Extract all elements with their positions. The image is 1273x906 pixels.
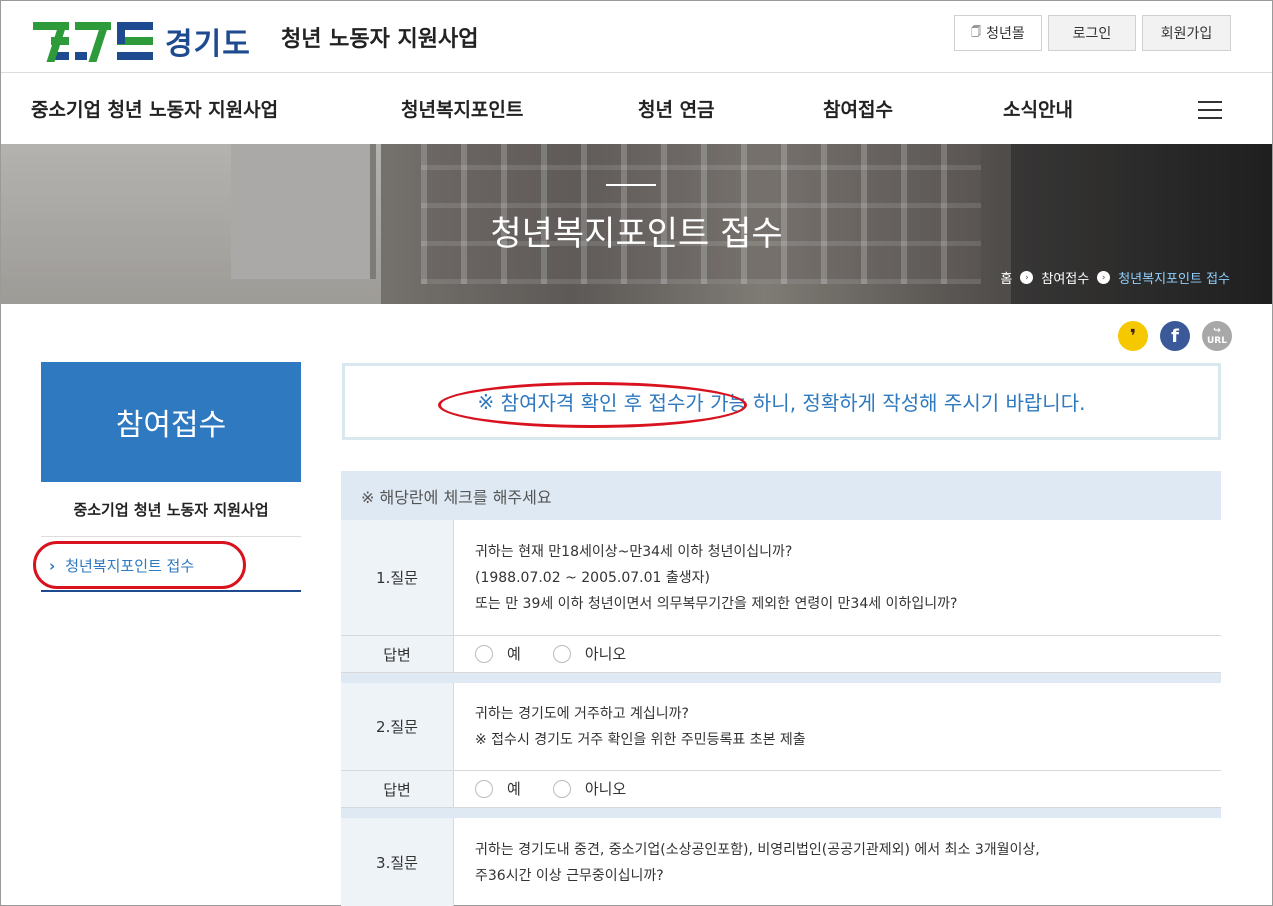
nav-item-welfare-point[interactable]: 청년복지포인트 [401,95,523,122]
q1-no-radio[interactable]: 아니오 [552,641,626,667]
youth-mall-label: 청년몰 [986,26,1025,42]
question-row: 3.질문 귀하는 경기도내 중견, 중소기업(소상공인포함), 비영리법인(공공… [341,818,1221,906]
question-text: 귀하는 경기도에 거주하고 계십니까? ※ 접수시 경기도 거주 확인을 위한 … [475,705,806,748]
title-divider [606,184,656,186]
breadcrumb: 홈 › 참여접수 › 청년복지포인트 접수 [1000,268,1230,287]
page-title: 청년복지포인트 접수 [490,214,783,254]
site-title: 청년 노동자 지원사업 [281,27,479,52]
mall-icon: 🗍 [971,26,982,38]
chevron-right-icon: › [1020,271,1034,284]
nav-item-apply[interactable]: 참여접수 [823,95,893,122]
url-copy-icon[interactable]: ↪ URL [1202,321,1232,351]
question-text: 귀하는 경기도내 중견, 중소기업(소상공인포함), 비영리법인(공공기관제외)… [475,841,1040,884]
notice-suffix: 하니, 정확하게 작성해 주시기 바랍니다. [752,391,1086,415]
question-row: 1.질문 귀하는 현재 만18세이상~만34세 이하 청년이십니까? (1988… [341,520,1221,636]
q2-yes-radio[interactable]: 예 [475,776,521,802]
question-label: 2.질문 [341,683,454,770]
kakao-share-icon[interactable]: ❜ [1118,321,1148,351]
highlight-circle [33,541,246,589]
main-nav: 중소기업 청년 노동자 지원사업 청년복지포인트 청년 연금 참여접수 소식안내 [1,73,1272,144]
logo-mark-icon [33,20,153,62]
sidebar-title: 참여접수 [41,362,301,482]
breadcrumb-home[interactable]: 홈 [1000,268,1012,287]
q2-no-radio[interactable]: 아니오 [552,776,626,802]
q1-yes-radio[interactable]: 예 [475,641,521,667]
nav-item-pension[interactable]: 청년 연금 [638,95,715,122]
hero-banner: 청년복지포인트 접수 홈 › 참여접수 › 청년복지포인트 접수 [1,144,1272,304]
answer-label: 답변 [341,771,454,807]
signup-button[interactable]: 회원가입 [1142,15,1231,51]
logo-text: 경기도 [165,27,251,62]
top-header: 경기도 청년 노동자 지원사업 🗍 청년몰 로그인 회원가입 [1,1,1272,73]
question-text: 귀하는 현재 만18세이상~만34세 이하 청년이십니까? (1988.07.0… [475,543,958,612]
chevron-right-icon: › [1097,271,1111,284]
question-row: 2.질문 귀하는 경기도에 거주하고 계십니까? ※ 접수시 경기도 거주 확인… [341,683,1221,771]
breadcrumb-current[interactable]: 청년복지포인트 접수 [1118,268,1230,287]
answer-row: 답변 예 아니오 [341,636,1221,673]
gyeonggi-logo[interactable]: 경기도 [33,19,251,63]
sidebar-subtitle[interactable]: 중소기업 청년 노동자 지원사업 [41,499,301,520]
login-button[interactable]: 로그인 [1048,15,1136,51]
breadcrumb-section[interactable]: 참여접수 [1041,268,1089,287]
question-label: 3.질문 [341,818,454,906]
highlight-circle [438,382,747,428]
form-instruction: ※ 해당란에 체크를 해주세요 [341,471,1221,520]
nav-item-news[interactable]: 소식안내 [1003,95,1073,122]
menu-icon[interactable] [1198,101,1222,121]
nav-item-program[interactable]: 중소기업 청년 노동자 지원사업 [31,95,278,122]
question-label: 1.질문 [341,520,454,635]
youth-mall-button[interactable]: 🗍 청년몰 [954,15,1042,51]
answer-label: 답변 [341,636,454,672]
facebook-share-icon[interactable]: f [1160,321,1190,351]
answer-row: 답변 예 아니오 [341,771,1221,808]
